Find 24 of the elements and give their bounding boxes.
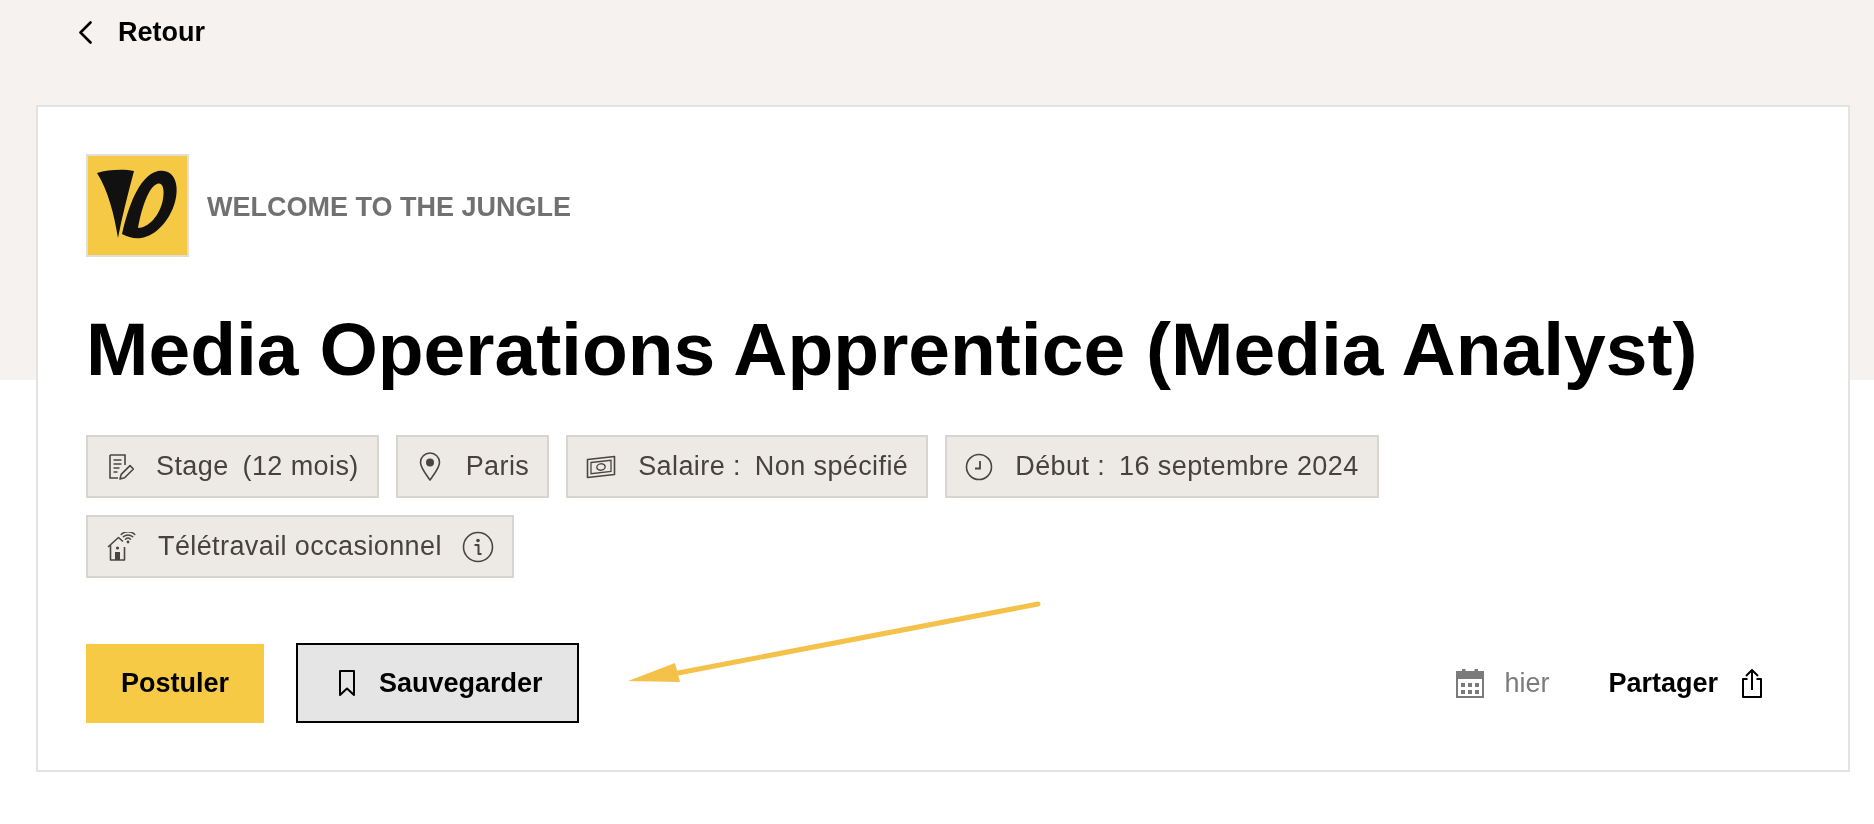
tag-label: Télétravail occasionnel	[158, 531, 442, 563]
tag-value: (12 mois)	[242, 451, 359, 483]
banknote-icon	[586, 454, 617, 479]
calendar-icon	[1456, 668, 1485, 699]
chevron-left-icon	[78, 20, 92, 44]
tag-label: Paris	[465, 451, 530, 483]
share-link[interactable]: Partager	[1608, 667, 1763, 700]
apply-button[interactable]: Postuler	[86, 643, 265, 723]
job-title: Media Operations Apprentice (Media Analyst)	[86, 306, 1699, 393]
company-name: WELCOME TO THE JUNGLE	[207, 191, 571, 223]
save-button[interactable]: Sauvegarder	[296, 643, 579, 724]
share-icon	[1741, 667, 1763, 700]
tag-label: Stage	[156, 451, 229, 483]
tag-label: Début :	[1015, 451, 1106, 483]
info-icon[interactable]	[461, 530, 494, 563]
tag-label: Salaire :	[638, 451, 741, 483]
house-wifi-icon	[106, 531, 136, 562]
bookmark-icon	[338, 669, 357, 698]
posted-date: hier	[1504, 667, 1550, 699]
document-pencil-icon	[106, 452, 134, 481]
clock-icon	[965, 452, 994, 481]
tag-value: Non spécifié	[754, 451, 909, 483]
tag-value: 16 septembre 2024	[1119, 451, 1359, 483]
back-link[interactable]: Retour	[78, 0, 205, 64]
